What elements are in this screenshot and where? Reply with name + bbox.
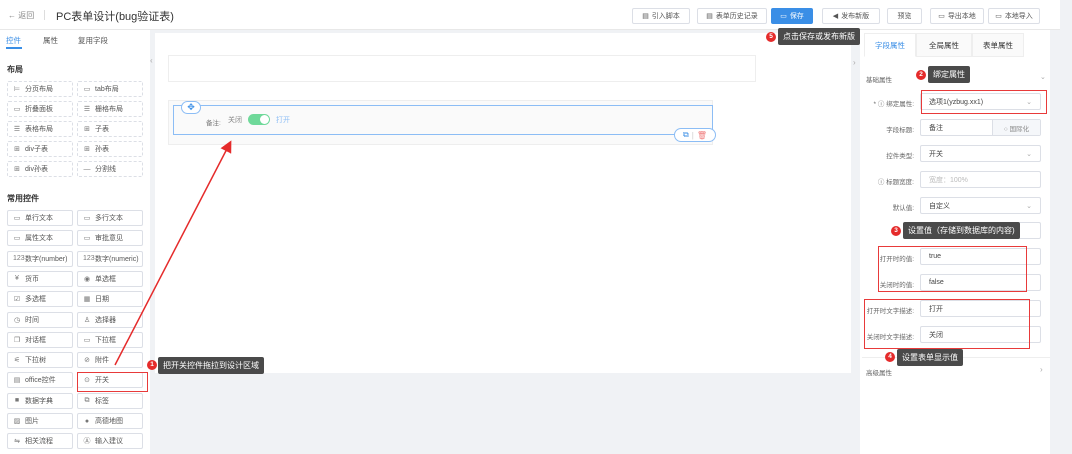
step-badge: 2 bbox=[916, 70, 926, 80]
callout-tooltip: 把开关控件拖拉到设计区域 bbox=[158, 357, 264, 374]
callout-tooltip: 设置值（存储到数据库的内容) bbox=[903, 222, 1020, 239]
step-badge: 1 bbox=[147, 360, 157, 370]
callout-tooltip: 点击保存或发布新版 bbox=[778, 28, 860, 45]
callout-tooltip: 绑定属性 bbox=[928, 66, 970, 83]
step-badge: 3 bbox=[891, 226, 901, 236]
step-badge: 5 bbox=[766, 32, 776, 42]
callout-tooltip: 设置表单显示值 bbox=[897, 349, 963, 366]
step-badge: 4 bbox=[885, 352, 895, 362]
